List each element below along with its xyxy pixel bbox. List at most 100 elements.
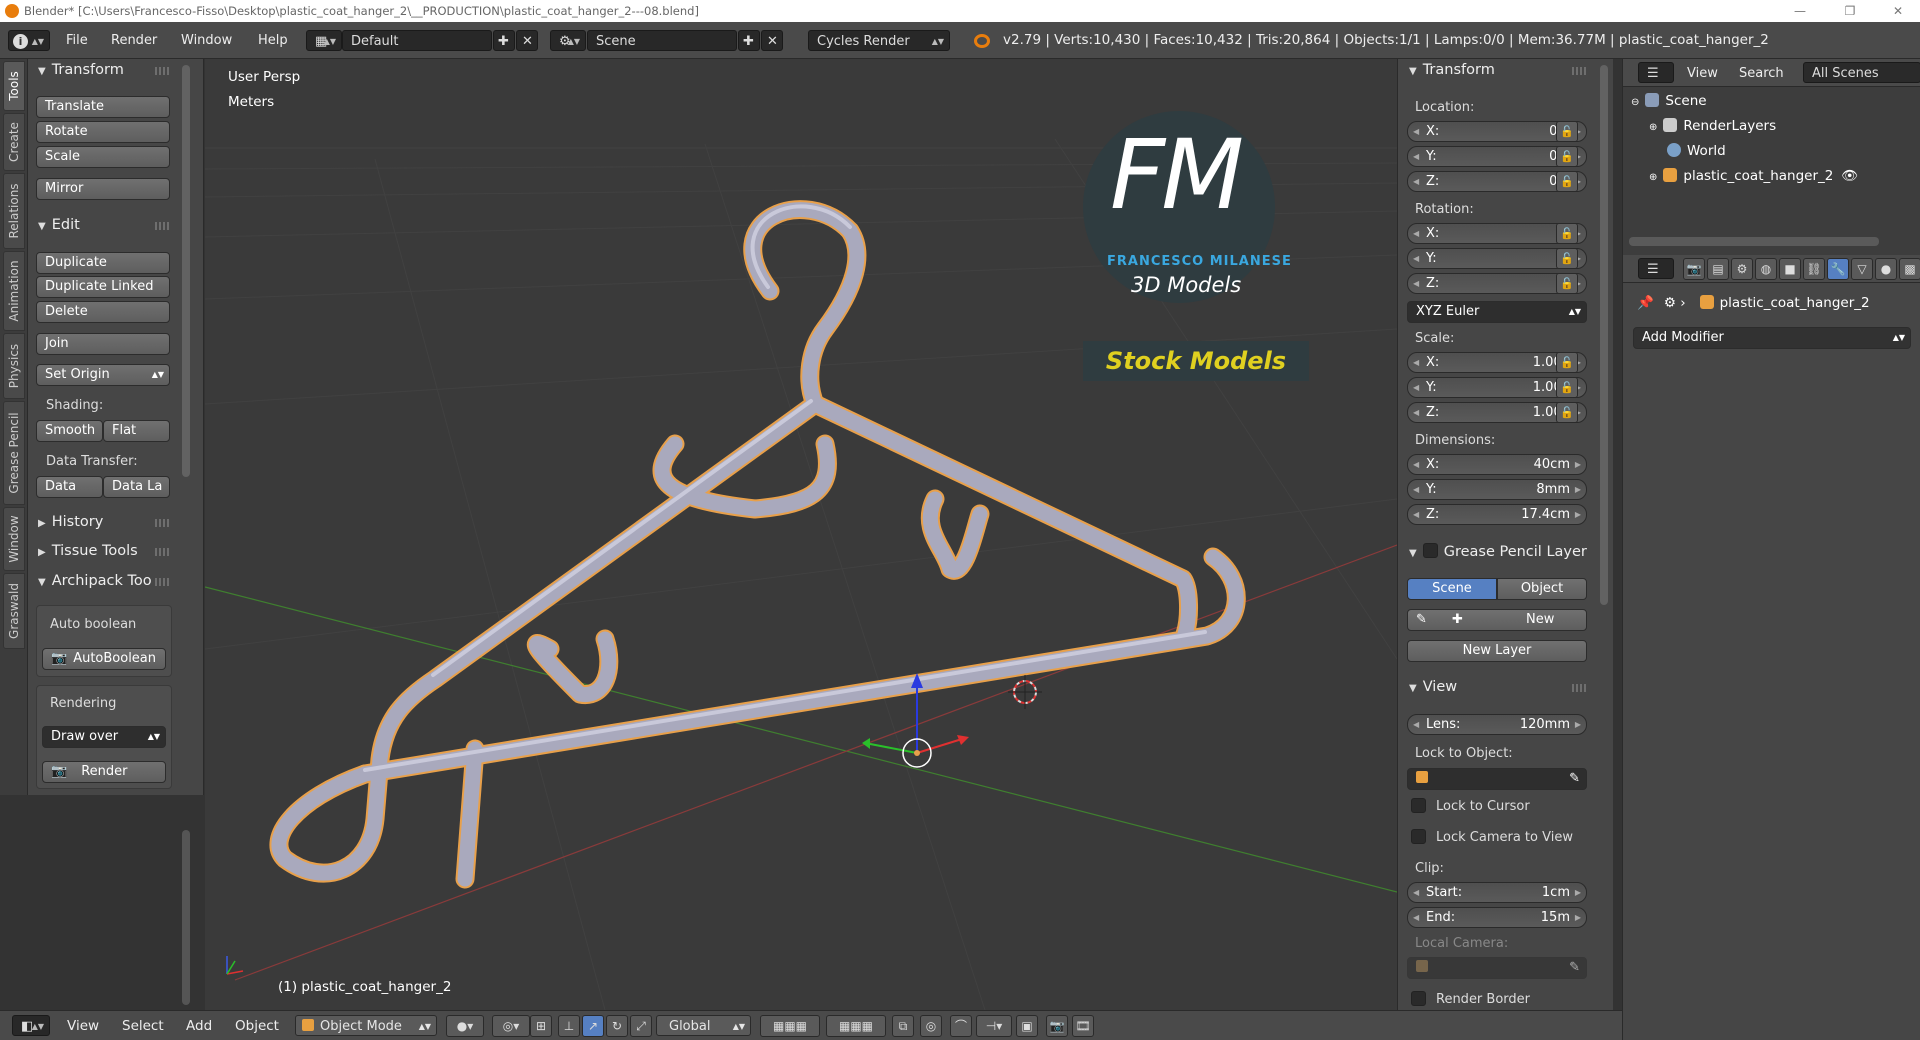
pivot-align-icon[interactable]: ⊞: [530, 1015, 552, 1037]
add-screen-button[interactable]: ✚: [493, 30, 515, 51]
lock-rotation-x-icon[interactable]: 🔓: [1556, 223, 1578, 244]
editor-type-info-button[interactable]: i ▲▼: [8, 30, 50, 51]
tab-animation[interactable]: Animation: [3, 251, 25, 331]
screen-layout-field[interactable]: Default: [342, 30, 492, 51]
scale-button[interactable]: Scale: [36, 146, 170, 168]
lock-location-x-icon[interactable]: 🔓: [1556, 121, 1578, 142]
menu-object[interactable]: Object: [235, 1015, 279, 1037]
data-layout-button[interactable]: Data La: [103, 476, 170, 498]
history-panel-header[interactable]: ▶ History: [38, 512, 103, 532]
minimize-button[interactable]: —: [1780, 0, 1820, 22]
outliner-menu-view[interactable]: View: [1687, 63, 1718, 84]
delete-button[interactable]: Delete: [36, 301, 170, 323]
tab-window[interactable]: Window: [3, 507, 25, 571]
lock-location-y-icon[interactable]: 🔓: [1556, 146, 1578, 167]
mirror-button[interactable]: Mirror: [36, 178, 170, 200]
outliner-display-mode-dropdown[interactable]: All Scenes: [1803, 62, 1920, 83]
menu-select[interactable]: Select: [122, 1015, 164, 1037]
clip-end-field[interactable]: ◀ End: 15m ▶: [1407, 907, 1587, 928]
outliner-item-scene[interactable]: ⊖ Scene: [1631, 92, 1707, 112]
render-layers-context-icon[interactable]: ▤: [1707, 258, 1729, 280]
toolshelf-scrollbar[interactable]: [182, 65, 190, 477]
duplicate-button[interactable]: Duplicate: [36, 252, 170, 274]
world-context-icon[interactable]: ◍: [1755, 258, 1777, 280]
lock-to-cursor-checkbox[interactable]: [1411, 798, 1426, 813]
autoboolean-button[interactable]: 📷 AutoBoolean: [42, 648, 166, 670]
add-modifier-dropdown[interactable]: Add Modifier ▲▼: [1633, 327, 1911, 349]
translate-manipulator-icon[interactable]: ↗: [582, 1015, 604, 1037]
menu-window[interactable]: Window: [181, 30, 232, 51]
dimension-x-field[interactable]: ◀ X: 40cm ▶: [1407, 454, 1587, 475]
lock-layers-icon[interactable]: ⧉: [892, 1015, 914, 1037]
lock-to-object-field[interactable]: ✎: [1407, 768, 1587, 790]
lock-rotation-y-icon[interactable]: 🔓: [1556, 248, 1578, 269]
remove-scene-button[interactable]: ✕: [761, 30, 783, 51]
snap-toggle-icon[interactable]: ⌒: [950, 1015, 972, 1037]
toolshelf-lower-scrollbar[interactable]: [182, 830, 190, 1005]
join-button[interactable]: Join: [36, 333, 170, 355]
tab-create[interactable]: Create: [3, 113, 25, 171]
remove-screen-button[interactable]: ✕: [516, 30, 538, 51]
grease-new-button[interactable]: ✎ ✚ New: [1407, 609, 1587, 631]
manipulator-toggle-icon[interactable]: ⊥: [558, 1015, 580, 1037]
tab-graswald[interactable]: Graswald: [3, 573, 25, 649]
snap-element-dropdown[interactable]: ⊣▾: [976, 1015, 1012, 1037]
lock-scale-x-icon[interactable]: 🔓: [1556, 352, 1578, 373]
modifiers-wrench-icon[interactable]: 🔧: [1827, 258, 1849, 280]
grease-scene-toggle[interactable]: Scene: [1407, 578, 1497, 600]
lock-camera-to-view-checkbox[interactable]: [1411, 829, 1426, 844]
new-layer-button[interactable]: New Layer: [1407, 640, 1587, 662]
scene-layers-grid-2[interactable]: ▦▦▦: [826, 1015, 886, 1037]
data-context-icon[interactable]: ▽: [1851, 258, 1873, 280]
object-context-icon[interactable]: ■: [1779, 258, 1801, 280]
lock-rotation-z-icon[interactable]: 🔓: [1556, 273, 1578, 294]
edit-panel-header[interactable]: ▼ Edit: [38, 215, 80, 235]
panel-grip-icon[interactable]: [155, 578, 169, 586]
panel-grip-icon[interactable]: [155, 548, 169, 556]
material-context-icon[interactable]: ●: [1875, 258, 1897, 280]
tab-physics[interactable]: Physics: [3, 333, 25, 399]
pin-icon[interactable]: 📌: [1637, 295, 1654, 311]
outliner-item-object[interactable]: ⊕ plastic_coat_hanger_2 👁: [1649, 167, 1859, 187]
lock-location-z-icon[interactable]: 🔓: [1556, 171, 1578, 192]
add-scene-button[interactable]: ✚: [738, 30, 760, 51]
menu-add[interactable]: Add: [186, 1015, 212, 1037]
archipack-panel-header[interactable]: ▼ Archipack Too: [38, 571, 152, 591]
n-transform-panel-header[interactable]: ▼ Transform: [1409, 60, 1495, 80]
rotation-mode-dropdown[interactable]: XYZ Euler ▲▼: [1407, 301, 1587, 323]
grease-object-toggle[interactable]: Object: [1497, 578, 1587, 600]
interaction-mode-dropdown[interactable]: Object Mode ▲▼: [295, 1015, 437, 1036]
scene-field[interactable]: Scene: [587, 30, 737, 51]
tab-tools[interactable]: Tools: [3, 61, 25, 111]
3d-viewport[interactable]: User Persp Meters (1) plastic_coat_hange…: [205, 59, 1397, 1010]
scale-manipulator-icon[interactable]: ⤢: [630, 1015, 652, 1037]
translate-button[interactable]: Translate: [36, 96, 170, 118]
clip-start-field[interactable]: ◀ Start: 1cm ▶: [1407, 882, 1587, 903]
lock-scale-y-icon[interactable]: 🔓: [1556, 377, 1578, 398]
visibility-eye-icon[interactable]: 👁: [1841, 168, 1858, 184]
outliner-item-world[interactable]: World: [1667, 142, 1726, 160]
tab-grease-pencil[interactable]: Grease Pencil: [3, 401, 25, 505]
transform-orientation-dropdown[interactable]: Global ▲▼: [656, 1015, 751, 1036]
eyedropper-icon[interactable]: ✎: [1569, 958, 1580, 978]
snap-target-icon[interactable]: ▣: [1016, 1015, 1038, 1037]
n-panel-scrollbar[interactable]: [1600, 65, 1608, 605]
outliner-editor-type-button[interactable]: ☰: [1638, 62, 1674, 83]
panel-grip-icon[interactable]: [155, 222, 169, 230]
properties-editor-type-button[interactable]: ☰: [1638, 258, 1674, 279]
duplicate-linked-button[interactable]: Duplicate Linked: [36, 276, 170, 298]
screen-layout-icon-button[interactable]: ▦ ▲▼: [306, 30, 342, 51]
tab-relations[interactable]: Relations: [3, 173, 25, 249]
menu-render[interactable]: Render: [111, 30, 157, 51]
menu-view[interactable]: View: [67, 1015, 99, 1037]
panel-grip-icon[interactable]: [155, 519, 169, 527]
tissue-tools-panel-header[interactable]: ▶ Tissue Tools: [38, 541, 138, 561]
rotate-manipulator-icon[interactable]: ↻: [606, 1015, 628, 1037]
panel-grip-icon[interactable]: [1572, 684, 1586, 692]
viewport-shading-dropdown[interactable]: ●▾: [446, 1015, 484, 1037]
render-engine-dropdown[interactable]: Cycles Render ▲▼: [808, 30, 950, 51]
set-origin-dropdown[interactable]: Set Origin ▲▼: [36, 364, 170, 386]
editor-type-3d-view-button[interactable]: ◧ ▲▼: [12, 1015, 50, 1036]
texture-context-icon[interactable]: ▩: [1899, 258, 1920, 280]
panel-grip-icon[interactable]: [155, 67, 169, 75]
